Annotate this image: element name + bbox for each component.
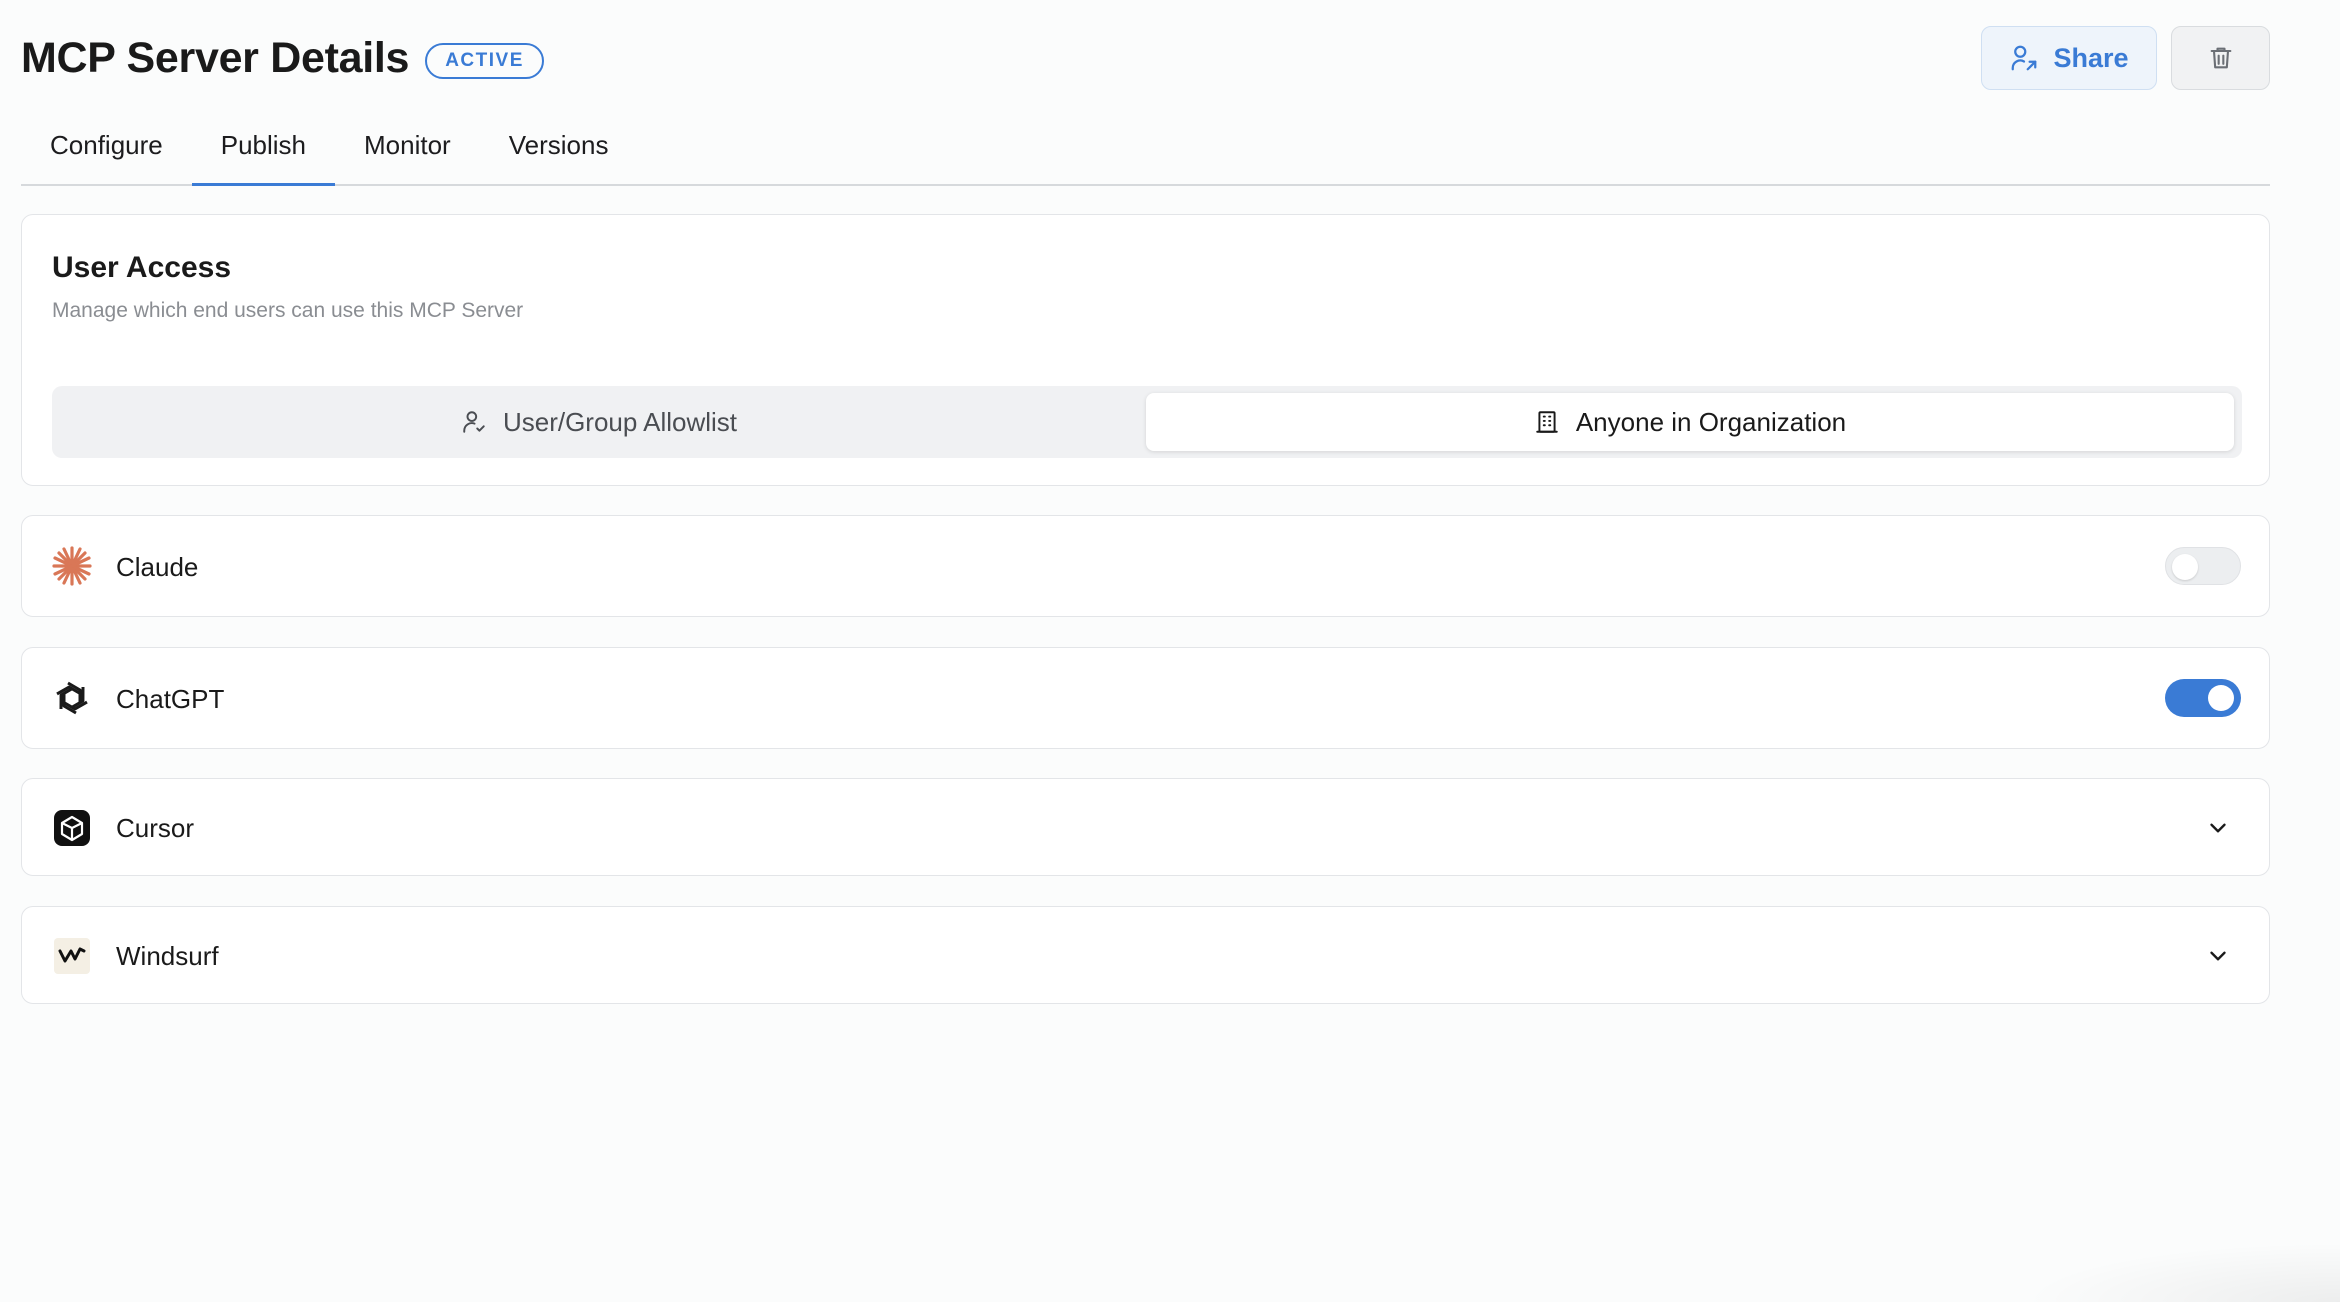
user-share-icon (2009, 43, 2039, 73)
tab-publish[interactable]: Publish (191, 112, 336, 186)
access-mode-selector: User/Group Allowlist Anyone in Organizat… (52, 386, 2242, 458)
windsurf-icon (51, 935, 93, 977)
user-access-subtitle: Manage which end users can use this MCP … (52, 299, 524, 322)
delete-button[interactable] (2171, 26, 2270, 90)
tab-bar: Configure Publish Monitor Versions (21, 112, 2270, 186)
option-label: Anyone in Organization (1575, 406, 1847, 437)
option-label: User/Group Allowlist (502, 406, 738, 437)
user-access-title: User Access (52, 251, 232, 284)
chevron-down-icon[interactable] (2205, 815, 2231, 841)
mcp-server-details-page: MCP Server Details ACTIVE Share Configur… (21, 0, 2270, 1004)
tab-versions[interactable]: Versions (480, 112, 638, 184)
chevron-down-icon[interactable] (2205, 943, 2231, 969)
status-badge: ACTIVE (425, 42, 544, 79)
user-check-icon (461, 409, 487, 435)
page-header: MCP Server Details ACTIVE Share Configur… (21, 0, 2270, 186)
share-button-label: Share (2053, 42, 2129, 73)
corner-shadow (2020, 1242, 2340, 1302)
toggle-knob (2208, 685, 2234, 711)
cursor-icon (51, 807, 93, 849)
user-access-card: User Access Manage which end users can u… (21, 214, 2270, 486)
client-row-chatgpt: ChatGPT (21, 647, 2270, 749)
client-row-windsurf: Windsurf (21, 906, 2270, 1004)
building-icon (1534, 409, 1560, 435)
client-name: Claude (116, 552, 199, 582)
page-title: MCP Server Details (21, 34, 410, 82)
claude-toggle[interactable] (2165, 547, 2241, 585)
tab-configure[interactable]: Configure (21, 112, 192, 184)
option-user-group-allowlist[interactable]: User/Group Allowlist (59, 393, 1139, 451)
title-row: MCP Server Details ACTIVE (21, 34, 544, 83)
client-row-claude: Claude (21, 515, 2270, 617)
option-anyone-in-organization[interactable]: Anyone in Organization (1146, 393, 2234, 451)
client-name: Windsurf (116, 941, 219, 971)
client-name: ChatGPT (116, 684, 225, 714)
trash-icon (2207, 44, 2235, 72)
claude-icon (51, 545, 93, 587)
client-name: Cursor (116, 813, 195, 843)
toggle-knob (2172, 554, 2198, 580)
chatgpt-icon (51, 677, 93, 719)
chatgpt-toggle[interactable] (2165, 679, 2241, 717)
client-row-cursor: Cursor (21, 778, 2270, 876)
tab-monitor[interactable]: Monitor (335, 112, 480, 184)
share-button[interactable]: Share (1981, 26, 2157, 90)
header-actions: Share (1981, 26, 2270, 90)
